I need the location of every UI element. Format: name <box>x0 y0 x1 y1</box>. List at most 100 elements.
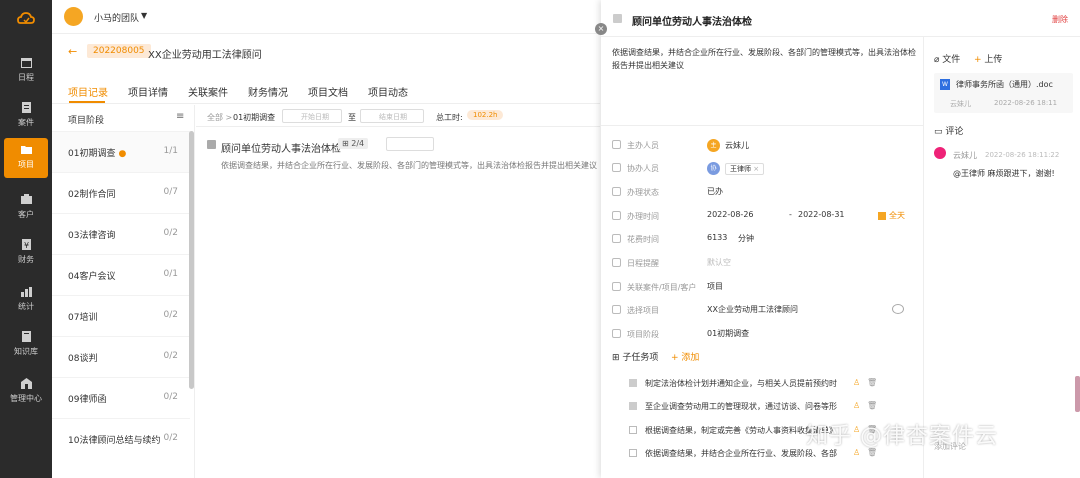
upload-button[interactable]: + 上传 <box>974 52 1002 65</box>
field-link: 关联案件/项目/客户 项目 <box>612 281 917 295</box>
project-tabs: 项目记录 项目详情 关联案件 财务情况 项目文档 项目动态 <box>52 72 600 104</box>
filter-crumb-all[interactable]: 全部 > <box>207 112 232 123</box>
sidebar-item-finance[interactable]: ¥ 财务 <box>0 233 52 273</box>
tab-documents[interactable]: 项目文档 <box>308 84 348 99</box>
comment-text: @王律师 麻烦跟进下，谢谢! <box>953 169 1055 178</box>
sidebar-item-label: 客户 <box>18 210 34 219</box>
app-logo-icon[interactable] <box>16 9 36 29</box>
stage-row[interactable]: 07培训 0/2 <box>52 295 190 336</box>
close-icon[interactable]: × <box>595 23 607 35</box>
start-date-value[interactable]: 2022-08-26 <box>707 210 754 219</box>
stage-row[interactable]: 09律师函 0/2 <box>52 377 190 418</box>
file-card[interactable]: W 律师事务所函（通用）.doc 云妹儿 2022-08-26 18:11 <box>934 73 1073 113</box>
sidebar-item-schedule[interactable]: 日程 <box>0 51 52 91</box>
stage-count: 0/2 <box>163 228 178 238</box>
stage-row[interactable]: 02制作合同 0/7 <box>52 172 190 213</box>
trash-icon[interactable]: 🗑 <box>867 401 877 410</box>
task-title[interactable]: 顾问单位劳动人事法治体检 <box>221 140 341 155</box>
task-checkbox[interactable] <box>613 14 622 23</box>
team-avatar[interactable] <box>64 7 83 26</box>
stage-row[interactable]: 01初期调查 ● 1/1 <box>52 131 190 172</box>
stage-row[interactable]: 10法律顾问总结与续约 0/2 <box>52 418 190 459</box>
stage-count: 0/2 <box>163 433 178 443</box>
top-bar: 小马的团队 ▼ <box>52 0 600 34</box>
svg-text:¥: ¥ <box>23 241 28 250</box>
stage-name: 03法律咨询 <box>68 231 116 241</box>
sidebar-item-label: 财务 <box>18 255 34 264</box>
team-name[interactable]: 小马的团队 <box>94 11 139 24</box>
tab-records[interactable]: 项目记录 <box>68 84 108 99</box>
reminder-value[interactable]: 默认空 <box>707 257 731 268</box>
stage-name: 04客户会议 <box>68 272 116 282</box>
stage-list-scrollbar[interactable] <box>189 131 194 389</box>
description-textarea[interactable]: 依据调查结果，并结合企业所在行业、发展阶段、各部门的管理模式等，出具法治体检报告… <box>612 46 917 72</box>
stage-name: 07培训 <box>68 313 98 323</box>
subtask-checkbox[interactable] <box>629 402 637 410</box>
stage-value[interactable]: 01初期调查 <box>707 328 749 339</box>
tab-related-cases[interactable]: 关联案件 <box>188 84 228 99</box>
end-date-input[interactable]: 结束日期 <box>360 109 424 123</box>
subtask-checkbox[interactable] <box>629 426 637 434</box>
assign-person-icon[interactable]: ♙ <box>853 378 860 387</box>
add-subtask-button[interactable]: + 添加 <box>671 350 699 363</box>
stage-list: 项目阶段 ≡ 01初期调查 ● 1/1 02制作合同 0/7 03法律咨询 0/2… <box>52 105 195 478</box>
stage-row[interactable]: 03法律咨询 0/2 <box>52 213 190 254</box>
trash-icon[interactable]: 🗑 <box>867 378 877 387</box>
calendar-icon <box>20 56 33 69</box>
field-owner: 主办人员 主云妹儿 <box>612 139 917 153</box>
stage-count: 1/1 <box>163 146 178 156</box>
plus-icon: + <box>974 55 982 65</box>
filter-crumb-stage: 01初期调查 <box>233 113 276 122</box>
sidebar-item-knowledge[interactable]: 知识库 <box>0 325 52 365</box>
file-name: 律师事务所函（通用）.doc <box>956 80 1053 89</box>
delete-button[interactable]: 删除 <box>1052 14 1068 25</box>
subtask-checkbox[interactable] <box>629 379 637 387</box>
sidebar-item-admin[interactable]: 管理中心 <box>0 372 52 412</box>
field-co-handler: 协办人员 协王律师 × <box>612 162 917 176</box>
stats-icon <box>20 285 33 298</box>
link-value[interactable]: 项目 <box>707 281 723 292</box>
allday-checkbox[interactable]: 全天 <box>878 210 905 221</box>
side-handle[interactable] <box>1075 376 1080 412</box>
finance-icon: ¥ <box>20 238 33 251</box>
task-checkbox[interactable] <box>207 140 216 149</box>
stage-name: 08谈判 <box>68 354 98 364</box>
field-time: 办理时间 2022-08-26 - 2022-08-31 全天 <box>612 210 917 224</box>
sidebar-item-projects[interactable]: 项目 <box>4 138 48 178</box>
project-value[interactable]: XX企业劳动用工法律顾问 <box>707 304 798 315</box>
assign-person-icon[interactable]: ♙ <box>853 401 860 410</box>
case-icon <box>20 101 33 114</box>
hourglass-icon <box>612 234 621 243</box>
tab-finance[interactable]: 财务情况 <box>248 84 288 99</box>
sidebar-item-label: 统计 <box>18 302 34 311</box>
sidebar-item-stats[interactable]: 统计 <box>0 280 52 320</box>
start-date-input[interactable]: 开始日期 <box>282 109 342 123</box>
back-arrow-icon[interactable]: ← <box>68 45 77 58</box>
sidebar-item-label: 知识库 <box>14 347 38 356</box>
status-value[interactable]: 已办 <box>707 186 723 197</box>
stage-row[interactable]: 04客户会议 0/1 <box>52 254 190 295</box>
task-description: 依据调查结果，并结合企业所在行业、发展阶段、各部门的管理模式等，出具法治体检报告… <box>221 161 597 170</box>
stage-icon <box>612 329 621 338</box>
customer-icon <box>20 193 33 206</box>
time-spent-value[interactable]: 6133 <box>707 233 727 242</box>
comment-time: 2022-08-26 18:11:22 <box>985 151 1060 159</box>
folder-icon <box>20 143 33 156</box>
status-icon <box>612 187 621 196</box>
subtask-checkbox[interactable] <box>629 449 637 457</box>
eye-icon[interactable] <box>892 304 904 314</box>
stage-row[interactable]: 08谈判 0/2 <box>52 336 190 377</box>
co-handler-tag[interactable]: 王律师 × <box>725 162 765 175</box>
tab-details[interactable]: 项目详情 <box>128 84 168 99</box>
menu-icon[interactable]: ≡ <box>176 111 184 122</box>
tab-activity[interactable]: 项目动态 <box>368 84 408 99</box>
date-separator: 至 <box>348 113 356 122</box>
end-date-value[interactable]: 2022-08-31 <box>798 210 845 219</box>
chevron-down-icon[interactable]: ▼ <box>141 11 147 20</box>
link-icon <box>612 282 621 291</box>
field-status: 办理状态 已办 <box>612 186 917 200</box>
task-tag-input[interactable] <box>386 137 434 151</box>
sidebar-item-customers[interactable]: 客户 <box>0 188 52 228</box>
stage-name: 02制作合同 <box>68 190 116 200</box>
sidebar-item-cases[interactable]: 案件 <box>0 96 52 136</box>
